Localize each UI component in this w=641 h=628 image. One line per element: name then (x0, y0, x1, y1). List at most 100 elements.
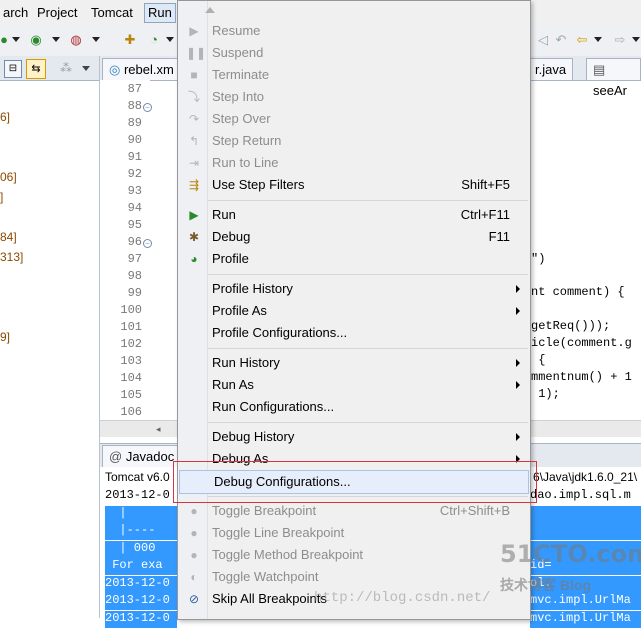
menu-item-shortcut: Ctrl+Shift+B (439, 503, 510, 518)
tab-javadoc[interactable]: @ Javadoc (102, 445, 182, 467)
java-file-icon: ▤ (593, 62, 606, 77)
panel-menu-arrow-icon[interactable] (82, 66, 90, 71)
tab-seear[interactable]: ▤ seeAr (586, 58, 641, 98)
menu-item-profile[interactable]: ◕ Profile (178, 248, 530, 270)
menu-scroll-up-icon[interactable] (205, 7, 215, 13)
menu-item-shortcut: F11 (488, 229, 510, 244)
menu-item-run-as[interactable]: Run As (178, 374, 530, 396)
line-number: 106 (120, 405, 142, 419)
line-number: 89 (127, 116, 142, 130)
left-panel: ⊟ ⇆ ⁂ 6] 06] ] 84] 313] 9] (0, 56, 100, 618)
run-dropdown-arrow-icon[interactable] (12, 37, 20, 42)
menu-item-toggle-method-breakpoint[interactable]: ● Toggle Method Breakpoint (178, 544, 530, 566)
menu-item-terminate[interactable]: ■ Terminate (178, 64, 530, 86)
menu-item-suspend[interactable]: ❚❚ Suspend (178, 42, 530, 64)
menu-item-profile-as[interactable]: Profile As (178, 300, 530, 322)
tab-rebel-xml[interactable]: ◎ rebel.xm (102, 58, 181, 80)
new-class-icon[interactable]: ◔ (146, 32, 162, 48)
left-panel-toolbar: ⊟ ⇆ ⁂ (0, 56, 99, 81)
menu-project[interactable]: Project (34, 4, 80, 22)
menu-search[interactable]: arch (0, 4, 31, 22)
forward-icon[interactable]: ⇨ (612, 32, 628, 48)
menu-item-profile-configurations[interactable]: Profile Configurations... (178, 322, 530, 344)
menu-item-toggle-watchpoint[interactable]: ◐ Toggle Watchpoint (178, 566, 530, 588)
new-package-icon[interactable]: ✚ (122, 32, 138, 48)
menu-item-label: Run Configurations... (212, 399, 335, 414)
menu-item-toggle-breakpoint[interactable]: ● Toggle Breakpoint Ctrl+Shift+B (178, 500, 530, 522)
tab-java-file[interactable]: r.java (528, 58, 574, 80)
fold-toggle-icon[interactable]: – (143, 239, 152, 248)
menu-item-label: Suspend (212, 45, 264, 60)
menu-item-label: Debug History (212, 429, 295, 444)
javadoc-icon: @ (109, 449, 123, 464)
menu-item-toggle-line-breakpoint[interactable]: ● Toggle Line Breakpoint (178, 522, 530, 544)
back-dropdown-arrow-icon[interactable] (594, 37, 602, 42)
menu-item-label: Toggle Breakpoint (212, 503, 317, 518)
submenu-arrow-icon (516, 381, 520, 389)
editor-gutter: 87 88–89 90 91 92 93 94 95 96–97 98 99 100 101 102 103… (100, 80, 152, 420)
menu-separator (208, 348, 528, 349)
line-number: 92 (127, 167, 142, 181)
code-line: mmentnum() + 1 (531, 370, 632, 384)
code-line: icle(comment.g (531, 336, 632, 350)
menu-item-run-history[interactable]: Run History (178, 352, 530, 374)
menu-item-run[interactable]: ▶ Run Ctrl+F11 (178, 204, 530, 226)
forward-dropdown-arrow-icon[interactable] (632, 37, 640, 42)
fold-toggle-icon[interactable]: – (143, 103, 152, 112)
last-edit-icon[interactable]: ↶ (553, 32, 569, 48)
menu-item-run-to-line[interactable]: ⇥ Run to Line (178, 152, 530, 174)
menu-item-label: Step Over (212, 111, 271, 126)
console-line: |---- (105, 523, 177, 540)
scroll-left-icon[interactable]: ◂ (156, 424, 161, 435)
console-line: | (105, 505, 177, 523)
highlight-box (173, 461, 537, 503)
console-line: For exa (105, 558, 177, 575)
left-panel-line: 9] (0, 330, 11, 344)
collapse-all-icon[interactable]: ⊟ (4, 60, 22, 78)
console-line: 2013-12-0 (105, 610, 177, 628)
back-icon[interactable]: ⇦ (574, 32, 590, 48)
menu-separator (208, 200, 528, 201)
menu-item-use-step-filters[interactable]: ⇶ Use Step Filters Shift+F5 (178, 174, 530, 196)
new-class-dropdown-arrow-icon[interactable] (166, 37, 174, 42)
skip-breakpoints-icon: ⊘ (188, 592, 200, 606)
run-menu: ▶ Resume ❚❚ Suspend ■ Terminate ⤵ Step Into ↷ Ste… (177, 0, 531, 620)
submenu-arrow-icon (516, 433, 520, 441)
left-panel-line: 06] (0, 170, 17, 184)
menu-item-label: Resume (212, 23, 261, 38)
menu-item-label: Toggle Watchpoint (212, 569, 319, 584)
menu-item-debug-history[interactable]: Debug History (178, 426, 530, 448)
menu-item-step-over[interactable]: ↷ Step Over (178, 108, 530, 130)
menu-item-debug[interactable]: ✱ Debug F11 (178, 226, 530, 248)
console-line: dao.impl.sql.m (530, 488, 631, 502)
menu-item-label: Run As (212, 377, 254, 392)
menu-item-label: Run to Line (212, 155, 279, 170)
link-editor-icon[interactable]: ⇆ (26, 59, 46, 79)
left-panel-line: ] (0, 190, 4, 204)
menu-item-step-into[interactable]: ⤵ Step Into (178, 86, 530, 108)
menu-item-profile-history[interactable]: Profile History (178, 278, 530, 300)
menu-item-resume[interactable]: ▶ Resume (178, 20, 530, 42)
external-tools-dropdown-arrow-icon[interactable] (92, 37, 100, 42)
line-number: 105 (120, 388, 142, 402)
run-icon[interactable]: ● (0, 32, 12, 48)
console-process-label: Tomcat v6.0 (105, 470, 170, 484)
menu-item-run-configurations[interactable]: Run Configurations... (178, 396, 530, 418)
run-icon: ▶ (189, 208, 199, 222)
view-menu-icon[interactable]: ⁂ (58, 60, 74, 76)
menu-item-step-return[interactable]: ↰ Step Return (178, 130, 530, 152)
back-disabled-icon[interactable]: ◁ (535, 32, 551, 48)
menu-separator (208, 422, 528, 423)
menu-tomcat[interactable]: Tomcat (88, 4, 136, 22)
menu-item-label: Skip All Breakpoints (212, 591, 327, 606)
menu-item-label: Use Step Filters (212, 177, 305, 192)
coverage-dropdown-arrow-icon[interactable] (52, 37, 60, 42)
method-breakpoint-icon: ● (190, 548, 198, 562)
line-number: 94 (127, 201, 142, 215)
external-tools-icon[interactable]: ◍ (68, 32, 84, 48)
left-panel-line: 84] (0, 230, 17, 244)
menu-run[interactable]: Run (144, 3, 176, 23)
line-breakpoint-icon: ● (190, 526, 198, 540)
coverage-icon[interactable]: ◉ (28, 32, 44, 48)
line-number: 91 (127, 150, 142, 164)
